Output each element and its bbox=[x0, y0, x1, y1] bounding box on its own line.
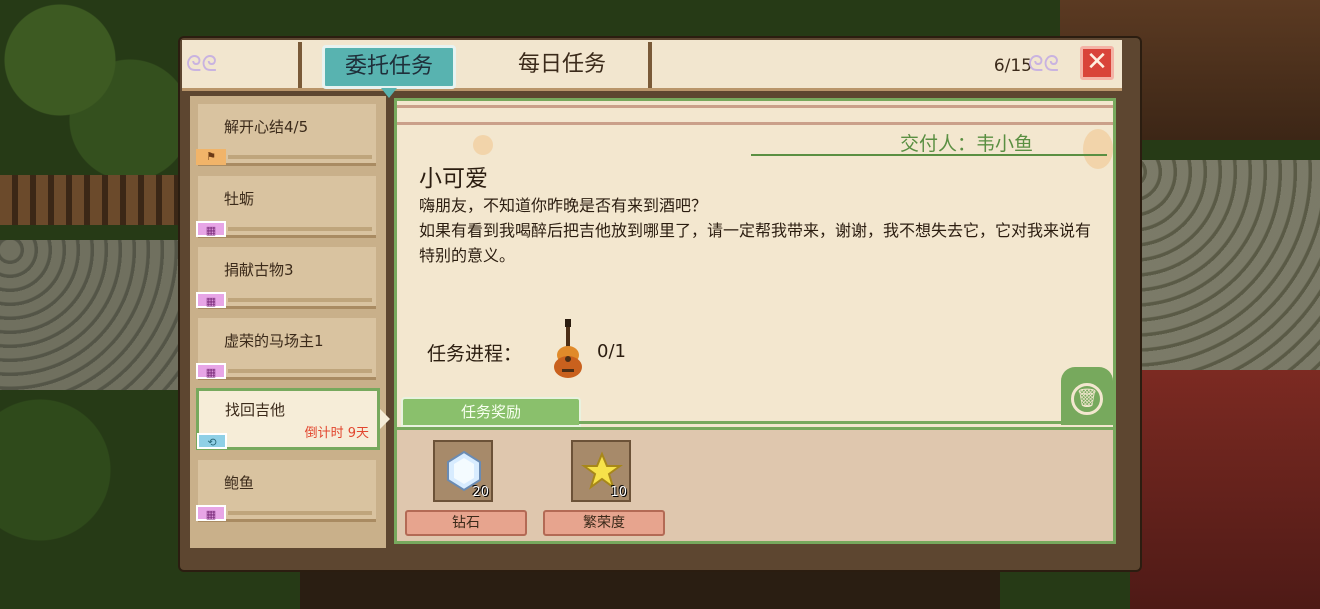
progress-value: 0/1 bbox=[597, 341, 626, 362]
rewards-divider bbox=[579, 421, 1063, 424]
quest-progress-bar bbox=[228, 155, 372, 159]
quest-progress-bar bbox=[228, 298, 372, 302]
quest-progress-bar bbox=[228, 227, 372, 231]
description-line: 如果有看到我喝醉后把吉他放到哪里了，请一定帮我带来，谢谢，我不想失去它，它对我来… bbox=[419, 221, 1092, 265]
close-icon: ✕ bbox=[1086, 47, 1108, 77]
decorative-stripe bbox=[397, 105, 1113, 125]
quest-list: 解开心结4/5 ⚑ 牡蛎 ▦ 捐献古物3 ▦ 虚荣的马场主1 ▦ 找回吉他 倒计… bbox=[190, 96, 390, 548]
quest-name: 虚荣的马场主1 bbox=[224, 332, 324, 350]
quest-list-item[interactable]: 捐献古物3 ▦ bbox=[196, 247, 376, 309]
quest-progress-bar bbox=[228, 511, 372, 515]
quest-title: 小可爱 bbox=[419, 166, 488, 192]
quest-name: 捐献古物3 bbox=[224, 261, 294, 279]
reward-slot: 10 bbox=[571, 440, 631, 502]
quest-list-item-selected[interactable]: 找回吉他 倒计时 9天 ⟲ bbox=[196, 388, 390, 450]
divider bbox=[648, 42, 652, 88]
flag-icon: ⚑ bbox=[196, 149, 226, 165]
tab-commission[interactable]: 委托任务 bbox=[322, 45, 456, 98]
trash-icon: 🗑 bbox=[1071, 383, 1103, 415]
reward-name: 钻石 bbox=[405, 510, 527, 536]
guitar-icon bbox=[554, 319, 582, 378]
quest-name: 牡蛎 bbox=[224, 190, 255, 208]
quest-list-item[interactable]: 解开心结4/5 ⚑ bbox=[196, 104, 376, 166]
quest-header: ᘓᘓ 委托任务 每日任务 6/15 ᘓᘓ ✕ bbox=[182, 40, 1122, 98]
quest-list-item[interactable]: 虚荣的马场主1 ▦ bbox=[196, 318, 376, 380]
decor-dot bbox=[473, 135, 493, 155]
quest-window: ᘓᘓ 委托任务 每日任务 6/15 ᘓᘓ ✕ 解开心结4/5 ⚑ 牡蛎 ▦ 捐献… bbox=[180, 38, 1140, 570]
giver-underline bbox=[751, 154, 1107, 156]
quest-name: 解开心结4/5 bbox=[224, 118, 309, 136]
quest-count: 6/15 bbox=[993, 56, 1032, 76]
swirl-decoration-icon: ᘓᘓ bbox=[1028, 52, 1059, 77]
quest-giver: 交付人：韦小鱼 bbox=[899, 133, 1033, 155]
reward-name: 繁荣度 bbox=[543, 510, 665, 536]
progress-label: 任务进程： bbox=[427, 343, 523, 365]
quest-progress-bar bbox=[228, 369, 372, 373]
rewards-header: 任务奖励 🗑 bbox=[397, 367, 1113, 427]
calendar-icon: ▦ bbox=[196, 505, 226, 521]
reward-qty: 10 bbox=[610, 485, 627, 500]
description-line: 嗨朋友，不知道你昨晚是否有来到酒吧？ bbox=[419, 196, 708, 215]
quest-list-item[interactable]: 鲍鱼 ▦ bbox=[196, 460, 376, 522]
quest-detail-panel: 交付人：韦小鱼 小可爱 嗨朋友，不知道你昨晚是否有来到酒吧？ 如果有看到我喝醉后… bbox=[394, 98, 1116, 544]
divider bbox=[298, 42, 302, 88]
quest-description: 嗨朋友，不知道你昨晚是否有来到酒吧？ 如果有看到我喝醉后把吉他放到哪里了，请一定… bbox=[419, 193, 1099, 268]
quest-list-item[interactable]: 牡蛎 ▦ bbox=[196, 176, 376, 238]
rewards-tab: 任务奖励 bbox=[401, 397, 581, 427]
reward-item[interactable]: 10 繁荣度 bbox=[543, 440, 665, 536]
quest-name: 找回吉他 bbox=[225, 401, 286, 419]
repeat-icon: ⟲ bbox=[197, 433, 227, 449]
calendar-icon: ▦ bbox=[196, 292, 226, 308]
quest-name: 鲍鱼 bbox=[224, 474, 255, 492]
swirl-decoration-icon: ᘓᘓ bbox=[186, 52, 217, 77]
reward-slot: 20 bbox=[433, 440, 493, 502]
calendar-icon: ▦ bbox=[196, 363, 226, 379]
countdown-timer: 倒计时 9天 bbox=[304, 426, 369, 441]
close-button[interactable]: ✕ bbox=[1080, 46, 1114, 80]
calendar-icon: ▦ bbox=[196, 221, 226, 237]
decor-dot bbox=[1083, 129, 1113, 169]
rewards-area: 20 钻石 10 繁荣度 bbox=[397, 427, 1113, 541]
reward-item[interactable]: 20 钻石 bbox=[405, 440, 527, 536]
tab-daily[interactable]: 每日任务 bbox=[462, 44, 662, 86]
abandon-quest-button[interactable]: 🗑 bbox=[1061, 367, 1113, 425]
reward-qty: 20 bbox=[472, 485, 489, 500]
